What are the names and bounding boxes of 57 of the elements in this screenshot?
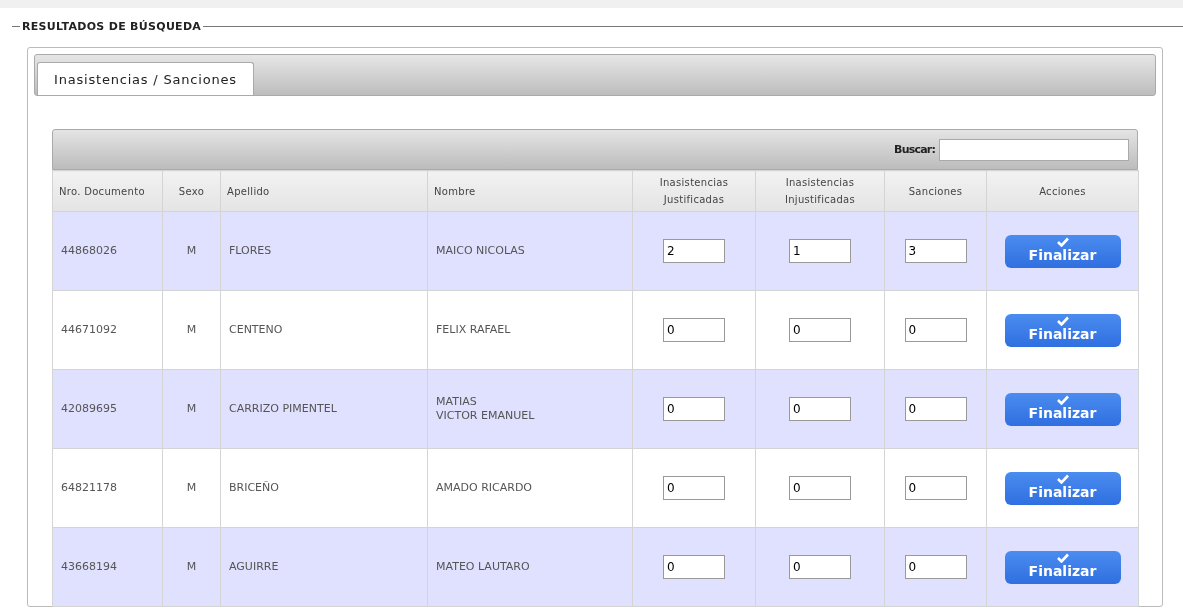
table-cell: FLORES bbox=[220, 211, 428, 291]
number-field[interactable]: 0 bbox=[904, 397, 967, 421]
number-field[interactable]: 3 bbox=[904, 239, 967, 263]
table-cell: 64821178 bbox=[52, 448, 163, 528]
table-cell: CARRIZO PIMENTEL bbox=[220, 369, 428, 449]
table-cell: MAICO NICOLAS bbox=[427, 211, 633, 291]
column-header: Acciones bbox=[986, 170, 1139, 212]
column-header: Sanciones bbox=[884, 170, 987, 212]
number-field[interactable]: 0 bbox=[663, 318, 725, 342]
check-icon bbox=[1056, 552, 1069, 563]
column-header: Sexo bbox=[162, 170, 221, 212]
table-cell: FELIX RAFAEL bbox=[427, 290, 633, 370]
table-cell: M bbox=[162, 369, 221, 449]
column-header: Inasistencias Injustificadas bbox=[755, 170, 885, 212]
tab[interactable]: Inasistencias / Sanciones bbox=[37, 62, 254, 95]
number-field[interactable]: 0 bbox=[789, 397, 851, 421]
check-icon bbox=[1056, 473, 1069, 484]
table-cell: 44868026 bbox=[52, 211, 163, 291]
table-cell: M bbox=[162, 448, 221, 528]
table-cell: MATIAS VICTOR EMANUEL bbox=[427, 369, 633, 449]
table-cell: AGUIRRE bbox=[220, 527, 428, 607]
number-field[interactable]: 2 bbox=[663, 239, 725, 263]
finalize-button[interactable]: Finalizar bbox=[1004, 392, 1121, 426]
column-header: Apellido bbox=[220, 170, 428, 212]
finalize-button[interactable]: Finalizar bbox=[1004, 471, 1121, 505]
table-cell: BRICEÑO bbox=[220, 448, 428, 528]
table-cell: CENTENO bbox=[220, 290, 428, 370]
column-header: Nombre bbox=[427, 170, 633, 212]
table-cell: M bbox=[162, 290, 221, 370]
check-icon bbox=[1056, 236, 1069, 247]
number-field[interactable]: 0 bbox=[789, 555, 851, 579]
column-header: Inasistencias Justificadas bbox=[632, 170, 756, 212]
number-field[interactable]: 0 bbox=[663, 476, 725, 500]
number-field[interactable]: 0 bbox=[904, 318, 967, 342]
table-cell: M bbox=[162, 527, 221, 607]
number-field[interactable]: 0 bbox=[663, 555, 725, 579]
check-icon bbox=[1056, 315, 1069, 326]
table-cell: 42089695 bbox=[52, 369, 163, 449]
number-field[interactable]: 0 bbox=[789, 476, 851, 500]
finalize-button[interactable]: Finalizar bbox=[1004, 313, 1121, 347]
number-field[interactable]: 1 bbox=[789, 239, 851, 263]
finalize-button[interactable]: Finalizar bbox=[1004, 550, 1121, 584]
number-field[interactable]: 0 bbox=[663, 397, 725, 421]
section-title: RESULTADOS DE BÚSQUEDA bbox=[22, 20, 202, 33]
number-field[interactable]: 0 bbox=[904, 476, 967, 500]
column-header: Nro. Documento bbox=[52, 170, 163, 212]
table-cell: M bbox=[162, 211, 221, 291]
check-icon bbox=[1056, 394, 1069, 405]
finalize-button[interactable]: Finalizar bbox=[1004, 234, 1121, 268]
search-field[interactable] bbox=[939, 138, 1129, 161]
number-field[interactable]: 0 bbox=[789, 318, 851, 342]
table-cell: AMADO RICARDO bbox=[427, 448, 633, 528]
number-field[interactable]: 0 bbox=[904, 555, 967, 579]
table-cell: 43668194 bbox=[52, 527, 163, 607]
table-cell: 44671092 bbox=[52, 290, 163, 370]
search-label: Buscar: bbox=[894, 143, 935, 156]
table-cell: MATEO LAUTARO bbox=[427, 527, 633, 607]
